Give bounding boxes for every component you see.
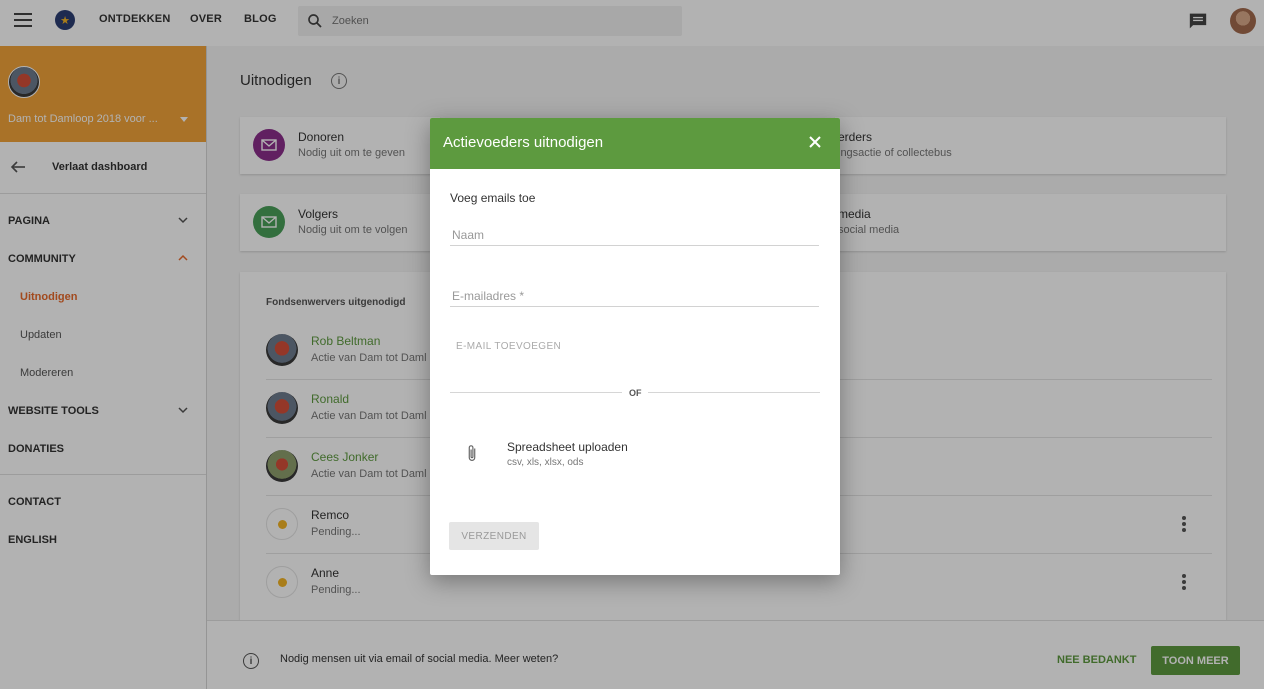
or-separator: OF bbox=[629, 388, 642, 398]
upload-spreadsheet-button[interactable]: Spreadsheet uploaden bbox=[507, 440, 628, 454]
dialog-header: Actievoeders uitnodigen bbox=[430, 118, 840, 169]
section-label: Voeg emails toe bbox=[450, 191, 536, 205]
invite-dialog: Actievoeders uitnodigen Voeg emails toe … bbox=[430, 118, 840, 575]
email-field[interactable] bbox=[450, 285, 819, 307]
add-email-button[interactable]: E-MAIL TOEVOEGEN bbox=[456, 341, 561, 352]
divider bbox=[648, 392, 820, 393]
close-icon[interactable] bbox=[808, 135, 822, 149]
name-field[interactable] bbox=[450, 224, 819, 246]
paperclip-icon[interactable] bbox=[465, 444, 479, 464]
divider bbox=[450, 392, 622, 393]
upload-formats: csv, xls, xlsx, ods bbox=[507, 457, 584, 468]
send-button[interactable]: VERZENDEN bbox=[449, 522, 539, 550]
dialog-title: Actievoeders uitnodigen bbox=[443, 134, 604, 151]
